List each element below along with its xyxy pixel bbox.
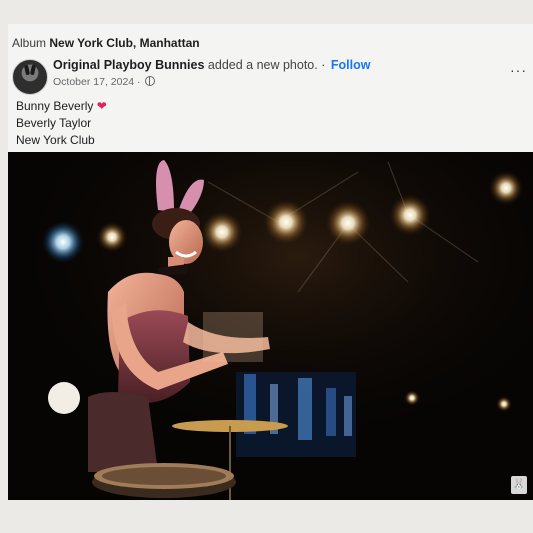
- playboy-bunny-logo-icon: 🐰: [511, 476, 527, 494]
- caption-line-3: New York Club: [16, 133, 95, 147]
- author-name-link[interactable]: Original Playboy Bunnies: [53, 58, 204, 72]
- follow-button[interactable]: Follow: [331, 58, 371, 72]
- caption-line-2: Beverly Taylor: [16, 116, 92, 130]
- album-name-link[interactable]: New York Club, Manhattan: [49, 36, 199, 50]
- album-prefix: Album: [12, 36, 47, 50]
- author-line: Original Playboy Bunnies added a new pho…: [53, 58, 370, 72]
- heart-icon: ❤: [96, 99, 107, 113]
- bar-background: [236, 372, 356, 457]
- globe-icon: [145, 76, 156, 86]
- page-avatar[interactable]: [12, 59, 48, 95]
- bunny-logo-icon: [24, 64, 36, 76]
- post-action-text: added a new photo.: [207, 58, 318, 72]
- facebook-post: Album New York Club, Manhattan Original …: [8, 24, 533, 500]
- album-line: Album New York Club, Manhattan: [12, 36, 200, 50]
- more-options-icon[interactable]: ···: [510, 62, 527, 78]
- photo-illustration: [8, 152, 533, 500]
- separator-dot: ·: [321, 58, 326, 72]
- post-caption: Bunny Beverly ❤ Beverly Taylor New York …: [16, 98, 107, 149]
- post-header: Original Playboy Bunnies added a new pho…: [53, 58, 370, 88]
- caption-text-1: Bunny Beverly: [16, 99, 94, 113]
- post-meta: October 17, 2024 ·: [53, 76, 370, 88]
- post-photo[interactable]: 🐰: [8, 152, 533, 500]
- caption-line-1: Bunny Beverly ❤: [16, 98, 107, 115]
- post-date-link[interactable]: October 17, 2024 ·: [53, 76, 141, 88]
